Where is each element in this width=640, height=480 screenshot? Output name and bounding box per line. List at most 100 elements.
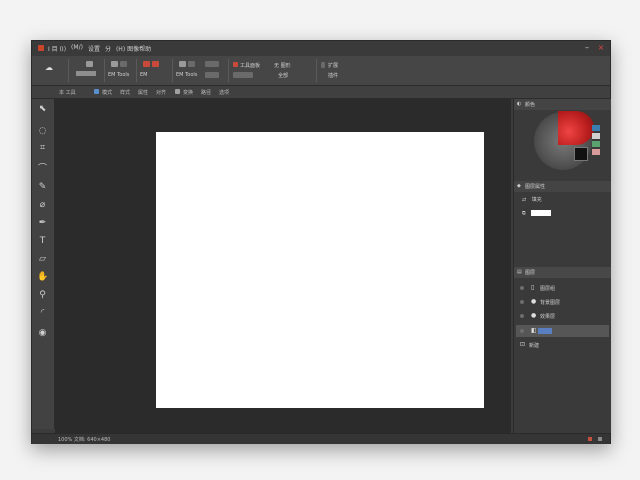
grid-icon [205,61,219,67]
option-item[interactable]: 模式 [102,89,112,96]
menu-bar: I 目 (I) (M/) 设置 分 (H) 图像帮助 [48,44,151,53]
minimize-button[interactable]: – [582,43,592,53]
transform-icon [152,61,159,67]
ribbon-label: 无 图形 [274,63,291,69]
status-indicator [598,437,602,441]
ribbon-group-select[interactable]: EM [140,59,170,82]
ribbon-label: EM Tools [108,72,130,78]
option-item[interactable]: 变换 [183,89,193,96]
layer-row[interactable]: ● 效果层 [516,310,609,322]
menu-item[interactable]: 设置 [88,44,100,53]
ribbon-group-grid[interactable] [202,59,224,82]
option-item[interactable]: 路径 [201,89,211,96]
panel-title: 图层属性 [525,184,546,190]
folder-icon: ▯ [531,284,535,291]
guides-icon [205,72,219,78]
menu-item[interactable]: (M/) [71,44,83,53]
swatch[interactable] [592,141,600,147]
ribbon-group-shape[interactable]: EM Tools [176,59,202,82]
option-item[interactable]: 本 工具 [59,89,76,96]
option-item[interactable]: 样式 [120,89,130,96]
properties-panel-header[interactable]: ◆ 图层属性 [514,181,611,192]
link-icon: ⇄ [522,197,527,203]
ribbon-label: 扩展 [328,63,339,69]
eraser-icon[interactable]: ⌀ [37,200,48,211]
layer-row[interactable]: ⊡ 新建 [516,339,609,351]
select-icon[interactable]: ⬉ [37,104,48,115]
ribbon-label: EM Tools [176,72,198,78]
ribbon-group-tools[interactable]: 工具面板 [232,59,266,82]
ribbon-group-text[interactable]: 无 图形 全部 [272,59,312,82]
fill-icon[interactable]: ◜ [37,308,48,319]
type-icon[interactable]: T [37,236,48,247]
ribbon-group-cloud[interactable]: ☁ [40,59,62,82]
canvas-area[interactable] [55,99,511,433]
menu-item[interactable]: 分 [105,44,111,53]
menu-item[interactable]: (H) 图像帮助 [116,44,151,53]
layer-icon: ● [531,298,537,305]
layer-name: 效果层 [540,314,556,320]
option-item[interactable]: 属性 [138,89,148,96]
tools-icon [233,62,238,67]
ribbon-group-extend[interactable]: 扩展 插件 [320,59,360,82]
swatch[interactable] [592,149,600,155]
crop-icon[interactable]: ⌗ [37,143,48,154]
swatch[interactable] [592,125,600,131]
hand-icon[interactable]: ✋ [37,272,48,283]
layers-icon [111,61,118,67]
layer-name: 图层组 [540,286,556,292]
ribbon-group-layers[interactable]: EM Tools [108,59,134,82]
properties-row[interactable]: ⧉ [522,210,552,217]
properties-row[interactable]: ⇄ 填充 [522,196,542,203]
eyedropper-icon[interactable]: ⌒ [37,164,48,175]
visibility-icon[interactable] [520,300,524,304]
shape-icon[interactable]: ▱ [37,254,48,265]
select-icon [143,61,150,67]
status-text: 100% 文档: 640×480 [58,437,111,443]
fill-value-box[interactable] [531,210,552,216]
option-item[interactable]: 对齐 [156,89,166,96]
ribbon-label: 工具面板 [240,63,261,69]
color-wheel[interactable] [534,111,594,170]
right-panels: ◐ 颜色 ◆ 图层属性 ⇄ 填充 ⧉ ▤ 图层 ▯ 图层组 ● 背景图层 ● 效… [513,99,611,433]
menu-item[interactable]: I 目 (I) [48,44,66,53]
layer-row[interactable]: ● 背景图层 [516,296,609,308]
visibility-icon[interactable] [520,286,524,290]
foreground-swatch[interactable] [574,147,588,161]
effect-icon: ● [531,312,537,319]
title-bar: I 目 (I) (M/) 设置 分 (H) 图像帮助 – × [32,41,610,57]
status-bar: 100% 文档: 640×480 [32,433,610,444]
color-panel-header[interactable]: ◐ 颜色 [514,99,611,110]
layer-icon: ◧ [531,327,537,334]
app-logo-icon [38,45,44,51]
swatch[interactable] [592,133,600,139]
layers-icon: ▤ [517,269,522,275]
tools-sub-icon [233,72,253,78]
cloud-icon: ☁ [45,63,53,72]
toolbox: ⬉ ◌ ⌗ ⌒ ✎ ⌀ ✒ T ▱ ✋ ⚲ ◜ ◉ [32,99,55,429]
properties-icon: ◆ [517,183,521,189]
layers-panel-header[interactable]: ▤ 图层 [514,267,611,278]
add-layer-icon[interactable]: ⊡ [520,342,526,348]
options-bar: 本 工具 模式 样式 属性 对齐 变换 路径 选项 [32,86,610,99]
camera-icon[interactable]: ◉ [37,328,48,339]
extend-icon [321,62,325,68]
panel-title: 颜色 [525,102,536,108]
visibility-icon[interactable] [520,329,524,333]
option-item[interactable]: 选项 [219,89,229,96]
visibility-icon[interactable] [520,314,524,318]
lasso-icon[interactable]: ◌ [37,126,48,137]
shape-icon [179,61,186,67]
layer-row-active[interactable]: ◧ [516,325,609,337]
path-icon [188,61,195,67]
transform-icon[interactable] [175,89,180,94]
properties-label: 填充 [531,197,542,203]
stroke-swatch[interactable] [76,71,96,76]
zoom-icon[interactable]: ⚲ [37,290,48,301]
pen-icon[interactable]: ✒ [37,218,48,229]
artboard[interactable] [156,132,484,408]
mode-icon[interactable] [94,89,99,94]
brush-icon[interactable]: ✎ [37,182,48,193]
close-button[interactable]: × [596,43,606,53]
layer-row[interactable]: ▯ 图层组 [516,282,609,294]
